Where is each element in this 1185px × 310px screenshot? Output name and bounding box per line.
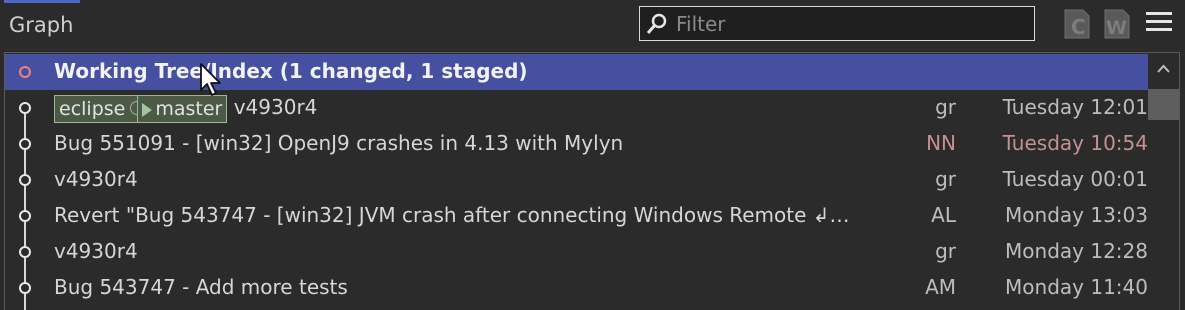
menu-icon[interactable] (1146, 12, 1172, 34)
svg-text:C: C (1071, 15, 1086, 39)
commit-message: eclipse master v4930r4 (54, 95, 317, 123)
commit-row[interactable]: Bug 543747 - Add more tests AM Monday 11… (5, 270, 1148, 306)
workspace-icon[interactable]: W (1103, 8, 1131, 40)
compare-icon[interactable]: C (1063, 8, 1091, 40)
graph-node (19, 66, 31, 78)
commit-author: NN (926, 131, 956, 155)
working-tree-label: Working Tree/Index (1 changed, 1 staged) (54, 59, 528, 83)
working-tree-row[interactable]: Working Tree/Index (1 changed, 1 staged) (5, 54, 1148, 90)
commit-row[interactable]: v4930r4 gr Tuesday 00:01 (5, 162, 1148, 198)
commit-date: Tuesday 12:01 (1002, 95, 1148, 119)
mouse-cursor-icon (200, 63, 221, 96)
commit-row[interactable]: eclipse master v4930r4 gr Tuesday 12:01 (5, 90, 1148, 126)
vertical-scrollbar[interactable] (1148, 54, 1179, 310)
graph-node (19, 282, 31, 294)
commit-author: AM (925, 275, 956, 299)
graph-node (19, 210, 31, 222)
commit-history-table: Working Tree/Index (1 changed, 1 staged)… (4, 52, 1180, 310)
tab-graph[interactable]: Graph (9, 13, 73, 37)
commit-row[interactable]: v4930r4 gr Monday 12:28 (5, 234, 1148, 270)
commit-date: Tuesday 00:01 (1002, 167, 1148, 191)
filter-input[interactable] (674, 10, 1028, 38)
graph-header: Graph C W (0, 0, 1185, 52)
graph-node (19, 246, 31, 258)
commit-row[interactable]: Bug 551091 - [win32] OpenJ9 crashes in 4… (5, 126, 1148, 162)
search-icon (646, 13, 667, 34)
commit-date: Tuesday 10:54 (1002, 131, 1148, 155)
commit-date: Monday 11:40 (1005, 275, 1148, 299)
commit-date: Monday 12:28 (1005, 239, 1148, 263)
branch-ref-master[interactable]: master (137, 95, 228, 123)
tab-active-indicator (4, 0, 80, 3)
scroll-up-icon[interactable] (1157, 64, 1170, 73)
graph-node (19, 138, 31, 150)
commit-author: AL (931, 203, 956, 227)
filter-field[interactable] (639, 6, 1035, 41)
commit-message: Revert "Bug 543747 - [win32] JVM crash a… (54, 203, 850, 227)
scrollbar-thumb[interactable] (1148, 89, 1179, 120)
graph-node (19, 174, 31, 186)
commit-message: Bug 551091 - [win32] OpenJ9 crashes in 4… (54, 131, 624, 155)
commit-date: Monday 13:03 (1005, 203, 1148, 227)
graph-node (19, 102, 31, 114)
commit-message: v4930r4 (54, 239, 138, 263)
commit-author: gr (935, 95, 956, 119)
commit-author: gr (935, 167, 956, 191)
svg-text:W: W (1106, 17, 1127, 39)
head-arrow-icon (142, 102, 153, 117)
branch-ref-eclipse[interactable]: eclipse (54, 95, 145, 123)
commit-message-text: v4930r4 (233, 95, 318, 119)
commit-row[interactable]: Revert "Bug 543747 - [win32] JVM crash a… (5, 198, 1148, 234)
commit-author: gr (935, 239, 956, 263)
commit-message: v4930r4 (54, 167, 138, 191)
commit-message: Bug 543747 - Add more tests (54, 275, 348, 299)
